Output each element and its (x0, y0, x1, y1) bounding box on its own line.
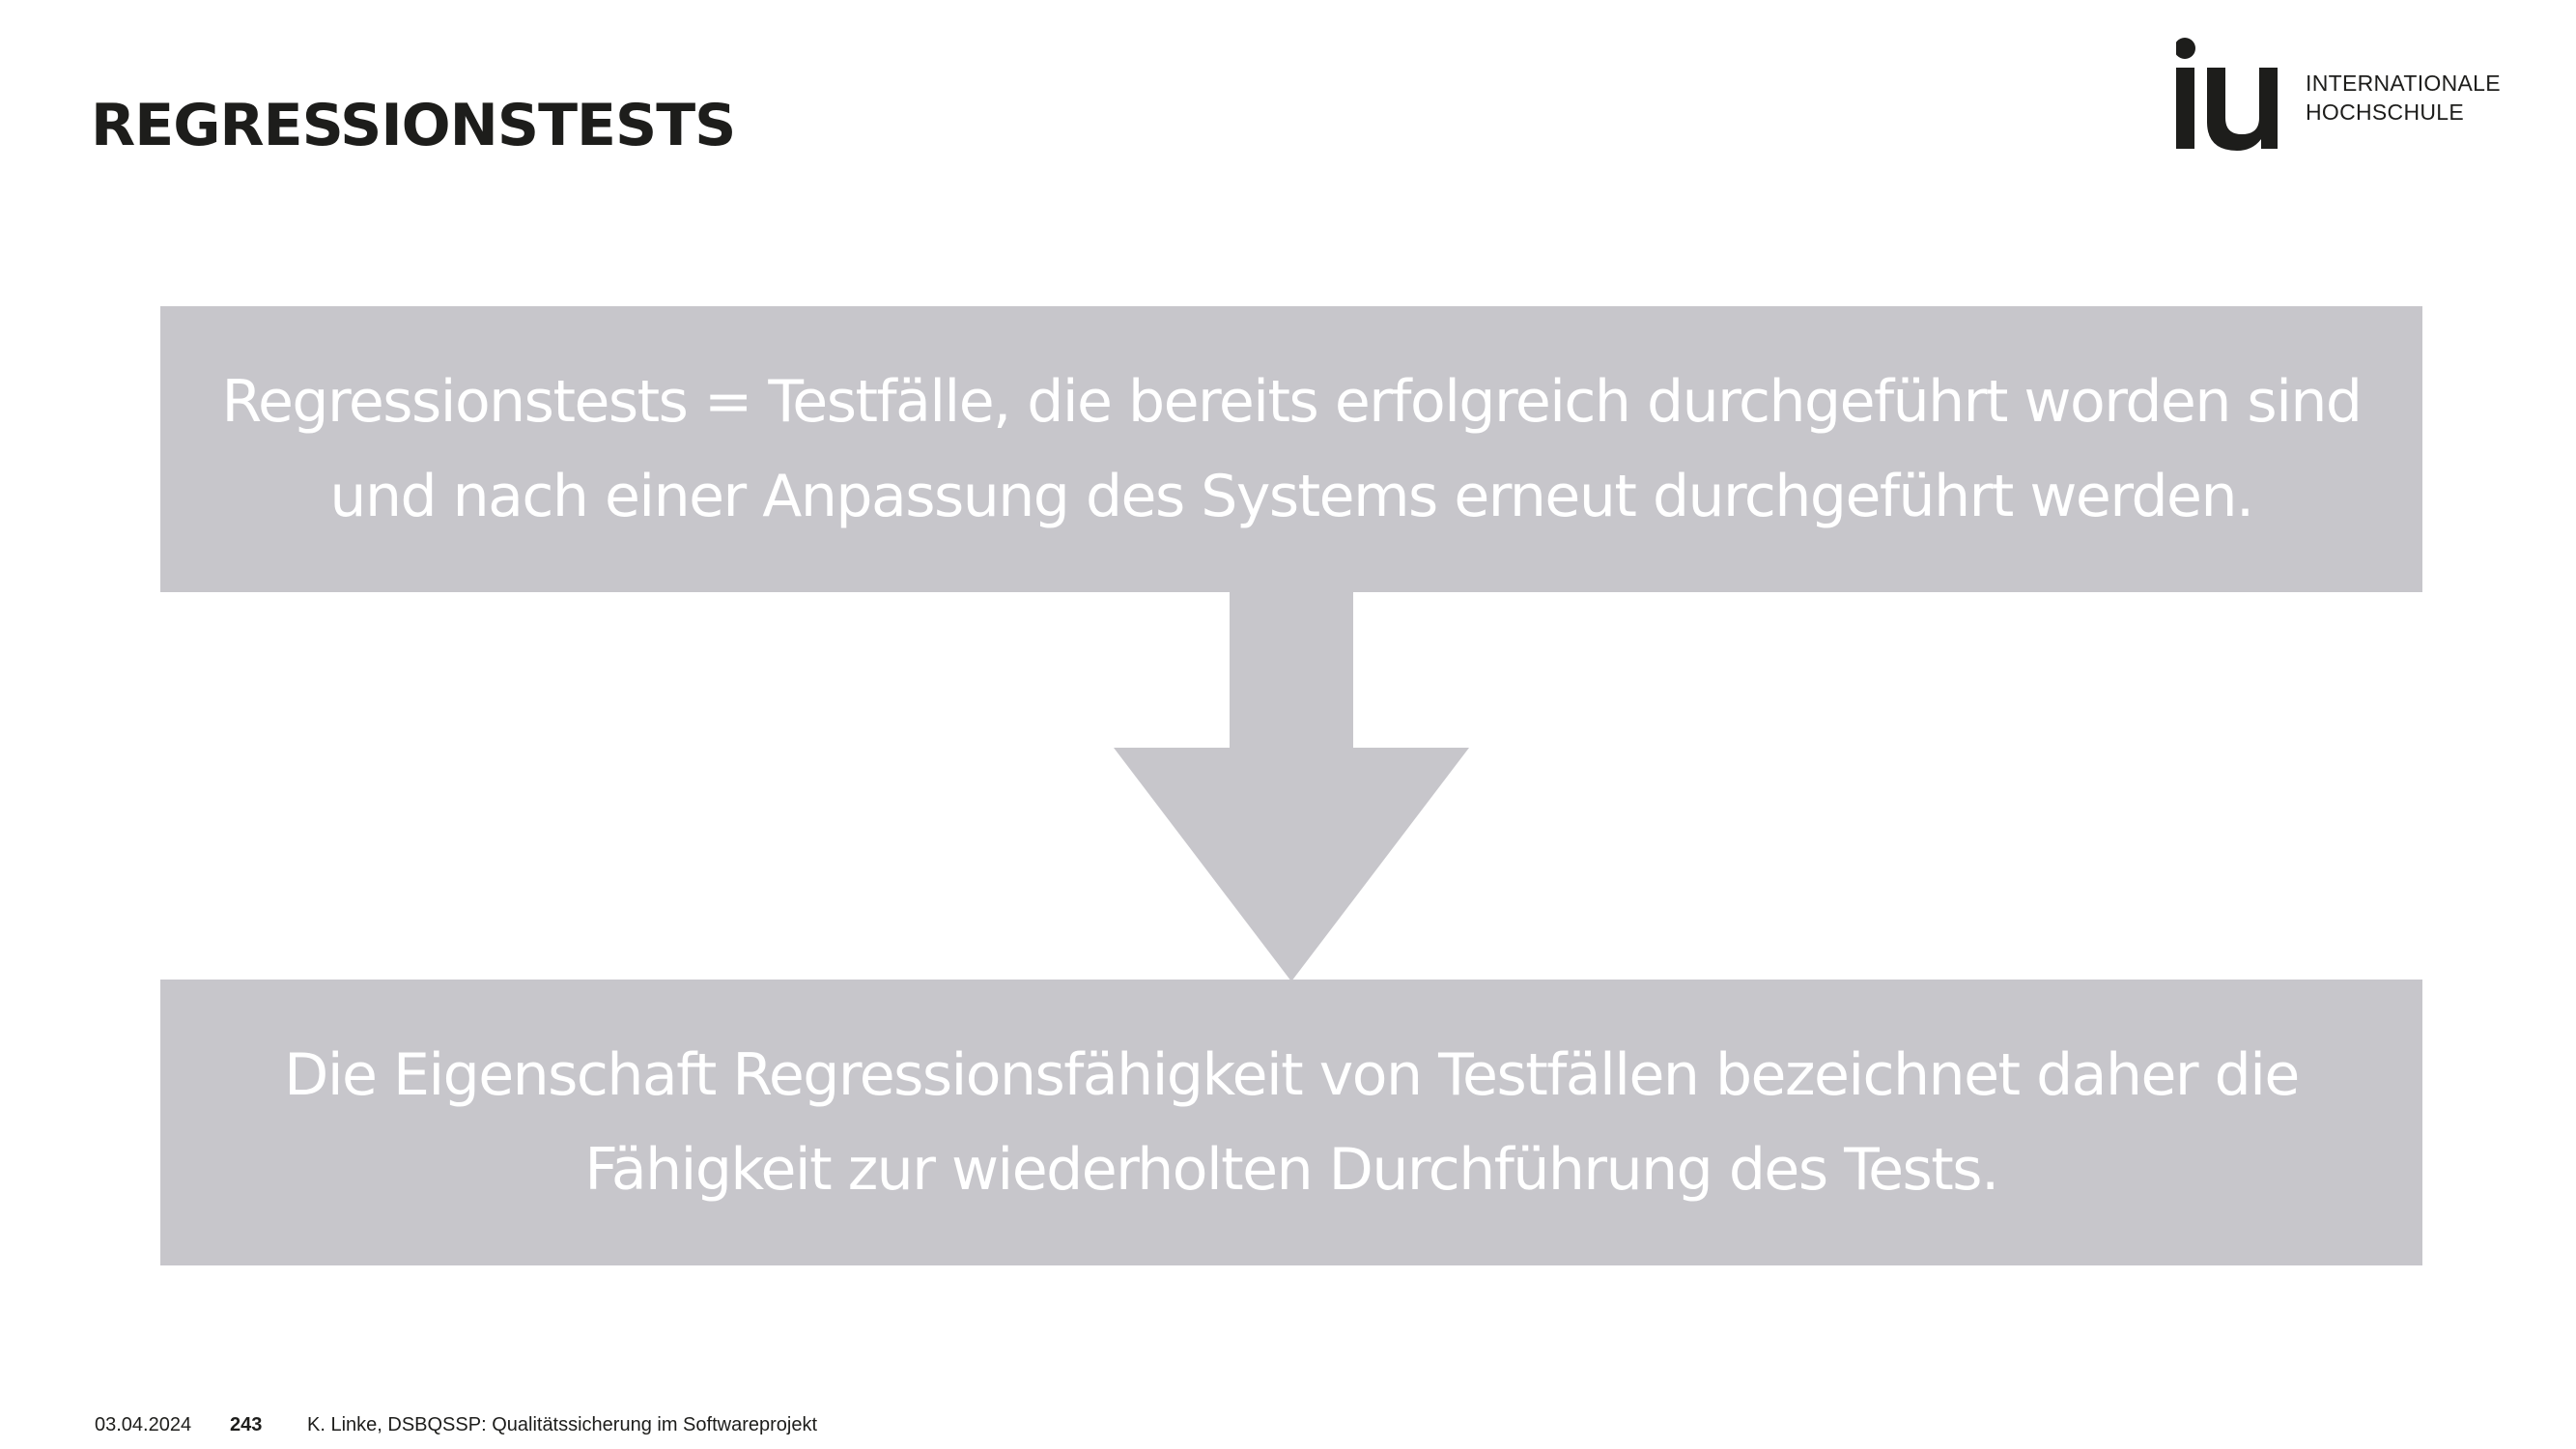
definition-box: Regressionstests = Testfälle, die bereit… (160, 306, 2422, 592)
logo-line-2: HOCHSCHULE (2306, 99, 2465, 125)
footer-author-course: K. Linke, DSBQSSP: Qualitätssicherung im… (307, 1414, 818, 1435)
conclusion-box: Die Eigenschaft Regressionsfähigkeit von… (160, 980, 2422, 1265)
down-arrow-icon (1114, 591, 1469, 981)
slide-title: REGRESSIONSTESTS (91, 92, 736, 159)
iu-logo: INTERNATIONALE HOCHSCHULE (2176, 37, 2505, 155)
slide-footer: 03.04.2024 243 K. Linke, DSBQSSP: Qualität… (95, 1412, 817, 1437)
logo-wordmark: INTERNATIONALE HOCHSCHULE (2306, 69, 2501, 127)
iu-logo-mark-icon (2176, 38, 2278, 151)
definition-text: Regressionstests = Testfälle, die bereit… (221, 368, 2363, 530)
conclusion-text: Die Eigenschaft Regressionsfähigkeit von… (284, 1041, 2300, 1204)
footer-date: 03.04.2024 (95, 1414, 192, 1435)
logo-line-1: INTERNATIONALE (2306, 71, 2501, 96)
footer-page-number: 243 (230, 1414, 263, 1435)
